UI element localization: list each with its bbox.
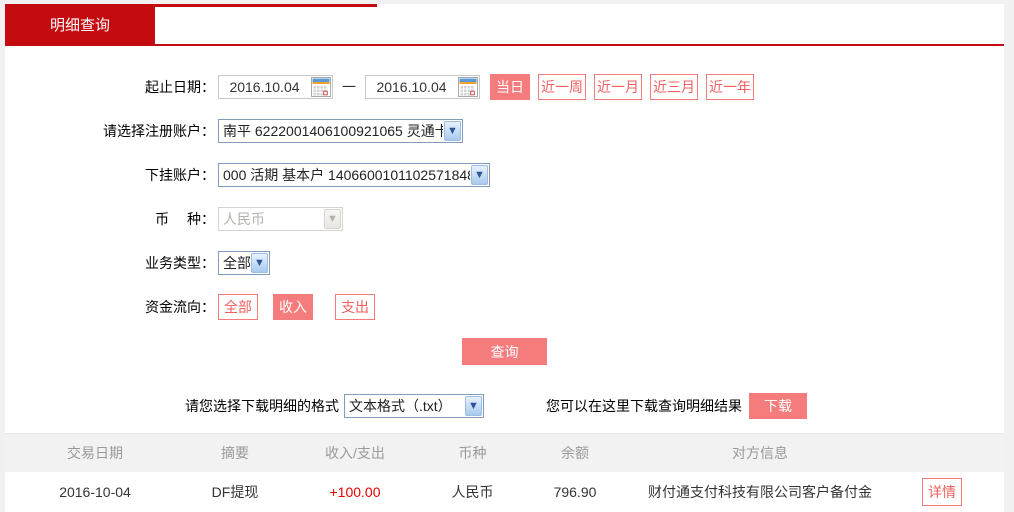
query-button-row: 查询 [5, 338, 1004, 365]
end-date-input[interactable]: 2016.10.04 [365, 75, 480, 99]
chevron-down-icon: ▼ [444, 121, 461, 141]
fund-flow-all-button[interactable]: 全部 [218, 294, 258, 320]
quick-range-year-button[interactable]: 近一年 [706, 74, 754, 100]
date-range-row: 起止日期： 2016.10.04 一 2016.10.04 当日 近一周 近一月… [5, 74, 1004, 100]
quick-range-month-button[interactable]: 近一月 [594, 74, 642, 100]
currency-select: 人民币 ▼ [218, 207, 343, 231]
fund-flow-label: 资金流向： [145, 299, 215, 315]
register-account-row: 请选择注册账户： 南平 6222001406100921065 灵通卡 ▼ [5, 118, 1004, 144]
fund-flow-income-button[interactable]: 收入 [273, 294, 313, 320]
business-type-value: 全部 [223, 255, 250, 271]
chevron-down-icon: ▼ [251, 253, 268, 273]
start-date-value: 2016.10.04 [229, 79, 300, 95]
currency-value: 人民币 [223, 211, 265, 227]
table-row: 2016-10-04 DF提现 +100.00 人民币 796.90 财付通支付… [5, 472, 1004, 512]
query-button[interactable]: 查询 [462, 338, 547, 365]
query-form: 起止日期： 2016.10.04 一 2016.10.04 当日 近一周 近一月… [5, 46, 1004, 419]
detail-button[interactable]: 详情 [922, 478, 962, 506]
cell-balance: 796.90 [553, 484, 597, 500]
download-hint-text: 您可以在这里下载查询明细结果 [546, 398, 742, 414]
quick-range-today-button[interactable]: 当日 [490, 74, 530, 100]
cell-trade-date: 2016-10-04 [59, 484, 131, 500]
header-balance: 余额 [561, 445, 589, 461]
fund-flow-row: 资金流向： 全部 收入 支出 [5, 294, 1004, 320]
register-account-select[interactable]: 南平 6222001406100921065 灵通卡 ▼ [218, 119, 463, 143]
fund-flow-expense-button[interactable]: 支出 [335, 294, 375, 320]
download-row: 请您选择下载明细的格式 文本格式（.txt） ▼ 您可以在这里下载查询明细结果 … [185, 393, 1004, 419]
register-account-value: 南平 6222001406100921065 灵通卡 [223, 123, 443, 139]
currency-label: 币 种： [155, 211, 215, 227]
tab-label: 明细查询 [49, 16, 110, 34]
sub-account-select[interactable]: 000 活期 基本户 1406600101102571848 ▼ [218, 163, 490, 187]
sub-account-label: 下挂账户： [145, 167, 215, 183]
chevron-down-icon: ▼ [324, 209, 341, 229]
download-format-value: 文本格式（.txt） [349, 398, 452, 414]
business-type-label: 业务类型： [145, 255, 215, 271]
download-format-label: 请您选择下载明细的格式 [185, 398, 339, 414]
sub-account-row: 下挂账户： 000 活期 基本户 1406600101102571848 ▼ [5, 162, 1004, 188]
end-date-value: 2016.10.04 [376, 79, 447, 95]
cell-summary: DF提现 [211, 484, 259, 500]
calendar-icon[interactable] [457, 76, 479, 98]
start-date-input[interactable]: 2016.10.04 [218, 75, 333, 99]
chevron-down-icon: ▼ [465, 396, 482, 416]
business-type-row: 业务类型： 全部 ▼ [5, 250, 1004, 276]
header-currency: 币种 [458, 445, 487, 461]
calendar-icon[interactable] [310, 76, 332, 98]
download-format-select[interactable]: 文本格式（.txt） ▼ [344, 394, 484, 418]
cell-currency: 人民币 [451, 484, 494, 500]
quick-range-quarter-button[interactable]: 近三月 [650, 74, 698, 100]
currency-row: 币 种： 人民币 ▼ [5, 206, 1004, 232]
table-header-row: 交易日期 摘要 收入/支出 币种 余额 对方信息 [5, 434, 1004, 472]
header-counterparty: 对方信息 [732, 445, 788, 461]
content-panel: 明细查询 起止日期： 2016.10.04 一 2016.10.04 当日 近一… [5, 4, 1004, 512]
sub-account-value: 000 活期 基本户 1406600101102571848 [223, 167, 470, 183]
download-button[interactable]: 下载 [749, 393, 807, 419]
date-range-label: 起止日期： [145, 79, 215, 95]
business-type-select[interactable]: 全部 ▼ [218, 251, 270, 275]
quick-range-week-button[interactable]: 近一周 [538, 74, 586, 100]
date-separator: 一 [342, 79, 356, 95]
header-trade-date: 交易日期 [67, 445, 123, 461]
header-amount: 收入/支出 [325, 445, 385, 461]
register-account-label: 请选择注册账户： [103, 123, 215, 139]
header-summary: 摘要 [221, 445, 249, 461]
cell-amount: +100.00 [329, 484, 381, 500]
cell-counterparty: 财付通支付科技有限公司客户备付金 [648, 484, 872, 500]
tab-detail-query[interactable]: 明细查询 [5, 4, 155, 44]
results-table: 交易日期 摘要 收入/支出 币种 余额 对方信息 2016-10-04 DF提现… [5, 433, 1004, 512]
chevron-down-icon: ▼ [471, 165, 488, 185]
